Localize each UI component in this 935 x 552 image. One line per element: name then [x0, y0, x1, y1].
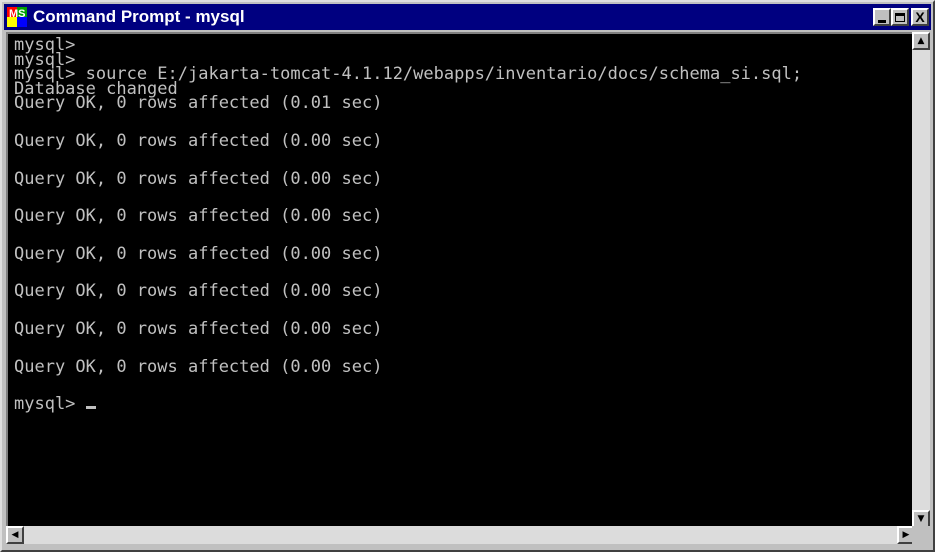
left-arrow-icon: ◀	[11, 530, 19, 540]
window-title: Command Prompt - mysql	[33, 7, 245, 26]
console-line: Query OK, 0 rows affected (0.00 sec)	[14, 206, 383, 227]
right-arrow-icon: ▶	[902, 530, 910, 540]
console-line: Query OK, 0 rows affected (0.00 sec)	[14, 281, 383, 302]
console-line: mysql>	[14, 35, 76, 55]
scroll-left-button[interactable]: ◀	[6, 526, 24, 544]
title-bar[interactable]: MS Command Prompt - mysql X	[4, 4, 931, 30]
console-line: Query OK, 0 rows affected (0.00 sec)	[14, 356, 383, 377]
console-line: Query OK, 0 rows affected (0.00 sec)	[14, 168, 383, 189]
size-grip[interactable]	[912, 526, 930, 546]
console-line: Query OK, 0 rows affected (0.00 sec)	[14, 243, 383, 264]
console-line: Query OK, 0 rows affected (0.00 sec)	[14, 318, 383, 339]
console-line: Query OK, 0 rows affected (0.01 sec)	[14, 93, 383, 114]
text-cursor	[85, 406, 96, 410]
console-line: mysql>	[14, 396, 913, 412]
minimize-icon	[878, 19, 886, 23]
console-line: Query OK, 0 rows affected (0.00 sec)	[14, 130, 383, 151]
console-output[interactable]: mysql> mysql> mysql> source E:/jakarta-tom…	[6, 32, 915, 528]
console-lines: mysql> mysql> mysql> source E:/jakarta-tom…	[8, 34, 913, 413]
ms-dos-icon[interactable]: MS	[7, 7, 27, 27]
title-buttons: X	[873, 8, 929, 26]
command-prompt-window: MS Command Prompt - mysql X mysql> mysql>…	[0, 0, 935, 552]
up-arrow-icon: ▲	[917, 36, 925, 46]
minimize-button[interactable]	[873, 8, 891, 26]
horizontal-scrollbar[interactable]: ◀ ▶	[6, 526, 915, 544]
maximize-icon	[895, 12, 905, 22]
scroll-up-button[interactable]: ▲	[912, 32, 930, 50]
close-icon: X	[915, 9, 925, 25]
down-arrow-icon: ▼	[917, 514, 925, 524]
icon-mark: MS	[9, 8, 26, 20]
vertical-scrollbar[interactable]: ▲ ▼	[912, 32, 930, 528]
close-button[interactable]: X	[911, 8, 929, 26]
maximize-button[interactable]	[891, 8, 909, 26]
